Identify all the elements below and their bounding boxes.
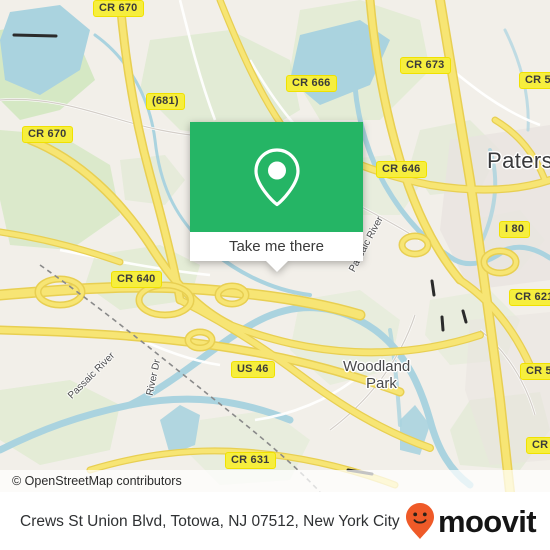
moovit-smiley-pin-icon [405, 503, 434, 539]
location-popup-card[interactable]: Take me there [190, 122, 363, 272]
road-shield-cr666: CR 666 [286, 75, 337, 92]
take-me-there-button[interactable]: Take me there [229, 238, 324, 255]
road-shield-cr673: CR 673 [400, 57, 451, 74]
screenshot-root: CR 670 CR 666 CR 673 CR 50 (681) CR 670 … [0, 0, 550, 550]
address-title: Crews St Union Blvd, Totowa, NJ 07512, N… [20, 512, 400, 530]
place-label-paterson: Paterson [487, 148, 550, 173]
place-label-woodland-park-line2: Park [366, 375, 397, 392]
road-shield-cr640: CR 640 [111, 271, 162, 288]
popup-pointer-tail [265, 261, 288, 272]
map-canvas[interactable]: CR 670 CR 666 CR 673 CR 50 (681) CR 670 … [0, 0, 550, 492]
road-shield-cr670-left: CR 670 [22, 126, 73, 143]
road-shield-cr646: CR 646 [376, 161, 427, 178]
moovit-logo[interactable]: moovit [405, 502, 537, 540]
road-shield-cr-edge: CR [526, 437, 550, 454]
footer-bar: Crews St Union Blvd, Totowa, NJ 07512, N… [0, 492, 550, 550]
road-shield-cr621: CR 621 [509, 289, 550, 306]
place-label-woodland-park-line1: Woodland [343, 358, 411, 375]
moovit-wordmark: moovit [437, 503, 537, 539]
road-shield-cr509-mid: CR 50 [520, 363, 550, 380]
road-shield-cr670-top: CR 670 [93, 0, 144, 17]
map-pin-icon [253, 148, 300, 207]
popup-header [190, 122, 363, 232]
popup-footer[interactable]: Take me there [190, 232, 363, 272]
road-shield-cr631: CR 631 [225, 452, 276, 469]
road-shield-cr509-right: CR 50 [519, 72, 550, 89]
map-attribution[interactable]: © OpenStreetMap contributors [0, 470, 550, 492]
road-shield-i80: I 80 [499, 221, 531, 238]
road-shield-us46: US 46 [231, 361, 275, 378]
road-shield-681: (681) [146, 93, 185, 110]
